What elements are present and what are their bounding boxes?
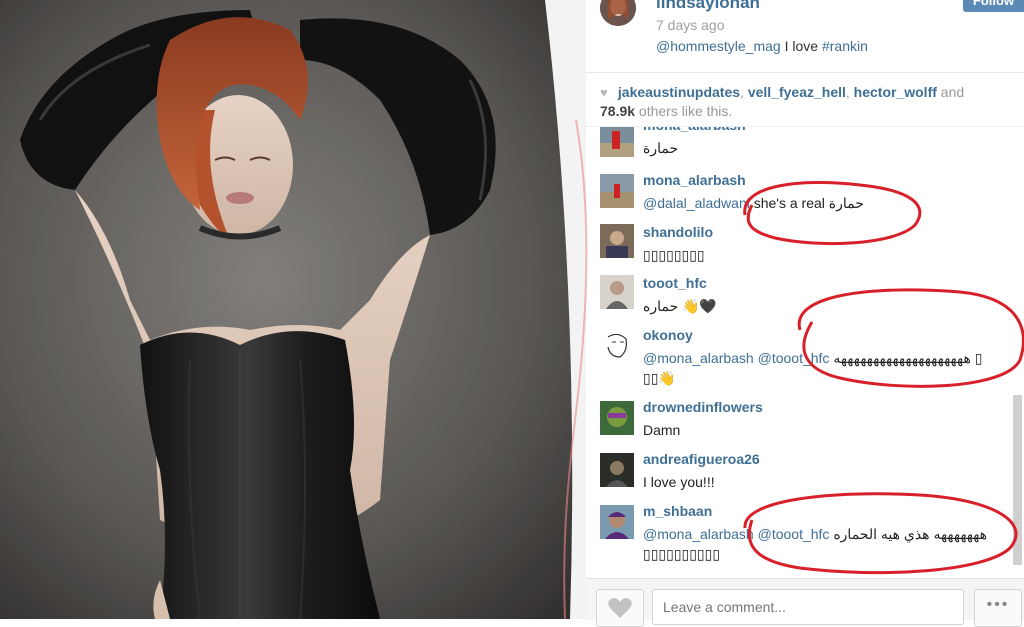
comment-body: هههههههه هذي هيه الحماره	[829, 526, 988, 542]
comment-mention[interactable]: @mona_alarbash @tooot_hfc	[643, 350, 829, 366]
comment-text-continued: ▯▯▯▯▯▯▯▯▯▯	[643, 546, 721, 562]
likes-separator: ,	[845, 84, 854, 100]
avatar[interactable]	[600, 174, 634, 208]
post-timestamp[interactable]: 7 days ago	[656, 17, 725, 33]
liker-username[interactable]: vell_fyeaz_hell	[748, 84, 846, 100]
comment-text: Damn	[643, 422, 681, 438]
comment-bar: •••	[586, 578, 1024, 627]
comment-body: ههههههههههههههههههههه ▯	[829, 350, 983, 366]
follow-button[interactable]: Follow	[963, 0, 1024, 12]
comment-text: ▯▯▯▯▯▯▯▯	[643, 247, 705, 263]
heart-icon: ♥	[600, 85, 608, 100]
divider	[586, 72, 1024, 73]
likes-and: and	[936, 84, 965, 100]
post-photo[interactable]	[0, 0, 586, 619]
author-username[interactable]: lindsaylohan	[656, 0, 760, 13]
likes-suffix: others like this.	[635, 103, 733, 119]
comment-text: @mona_alarbash @tooot_hfc هههههههه هذي ه…	[643, 524, 987, 544]
comment-username[interactable]: okonoy	[643, 327, 693, 343]
comment-username[interactable]: shandolilo	[643, 224, 713, 240]
comment-mention[interactable]: @mona_alarbash @tooot_hfc	[643, 526, 829, 542]
avatar[interactable]	[600, 401, 634, 435]
comment-text: حماره 👋🖤	[643, 298, 717, 314]
likes-separator: ,	[740, 84, 748, 100]
comment-username[interactable]: tooot_hfc	[643, 275, 707, 291]
comment-username[interactable]: drownedinflowers	[643, 399, 763, 415]
comment-mention[interactable]: @dalal_aladwani	[643, 195, 750, 211]
avatar[interactable]	[600, 327, 634, 361]
comment-username[interactable]: mona_alarbash	[643, 172, 746, 188]
avatar[interactable]	[600, 0, 636, 26]
avatar[interactable]	[600, 505, 634, 539]
liker-username[interactable]: hector_wolff	[854, 84, 937, 100]
heart-icon	[608, 598, 632, 618]
avatar[interactable]	[600, 224, 634, 258]
avatar[interactable]	[600, 127, 634, 157]
post-caption: @hommestyle_mag I love #rankin	[656, 38, 868, 54]
comment-text: @mona_alarbash @tooot_hfc هههههههههههههه…	[643, 348, 982, 368]
comment-text: حمارة	[643, 140, 679, 156]
post-sidebar: lindsaylohan Follow 7 days ago @hommesty…	[586, 0, 1024, 627]
likes-summary: ♥ jakeaustinupdates, vell_fyeaz_hell, he…	[600, 83, 1010, 120]
caption-mention[interactable]: @hommestyle_mag	[656, 38, 781, 54]
liker-username[interactable]: jakeaustinupdates	[618, 84, 740, 100]
comment-text: I love you!!!	[643, 474, 715, 490]
comment-username[interactable]: mona_alarbash	[643, 127, 746, 133]
comment-username[interactable]: m_shbaan	[643, 503, 712, 519]
comment-body: she's a real حمارة	[749, 195, 864, 211]
comment-text: @dalal_aladwani she's a real حمارة	[643, 193, 864, 213]
caption-text: I love	[780, 38, 822, 54]
caption-hashtag[interactable]: #rankin	[822, 38, 868, 54]
comment-text-continued: ▯▯👋	[643, 370, 676, 386]
likes-count[interactable]: 78.9k	[600, 103, 635, 119]
more-options-button[interactable]: •••	[974, 589, 1022, 627]
avatar[interactable]	[600, 453, 634, 487]
like-button[interactable]	[596, 589, 644, 627]
comment-username[interactable]: andreafigueroa26	[643, 451, 760, 467]
comments-scrollbar[interactable]	[1013, 395, 1022, 565]
comment-input[interactable]	[652, 589, 964, 625]
comments-list[interactable]: mona_alarbash حمارة mona_alarbash @dalal…	[586, 126, 1024, 579]
avatar[interactable]	[600, 275, 634, 309]
